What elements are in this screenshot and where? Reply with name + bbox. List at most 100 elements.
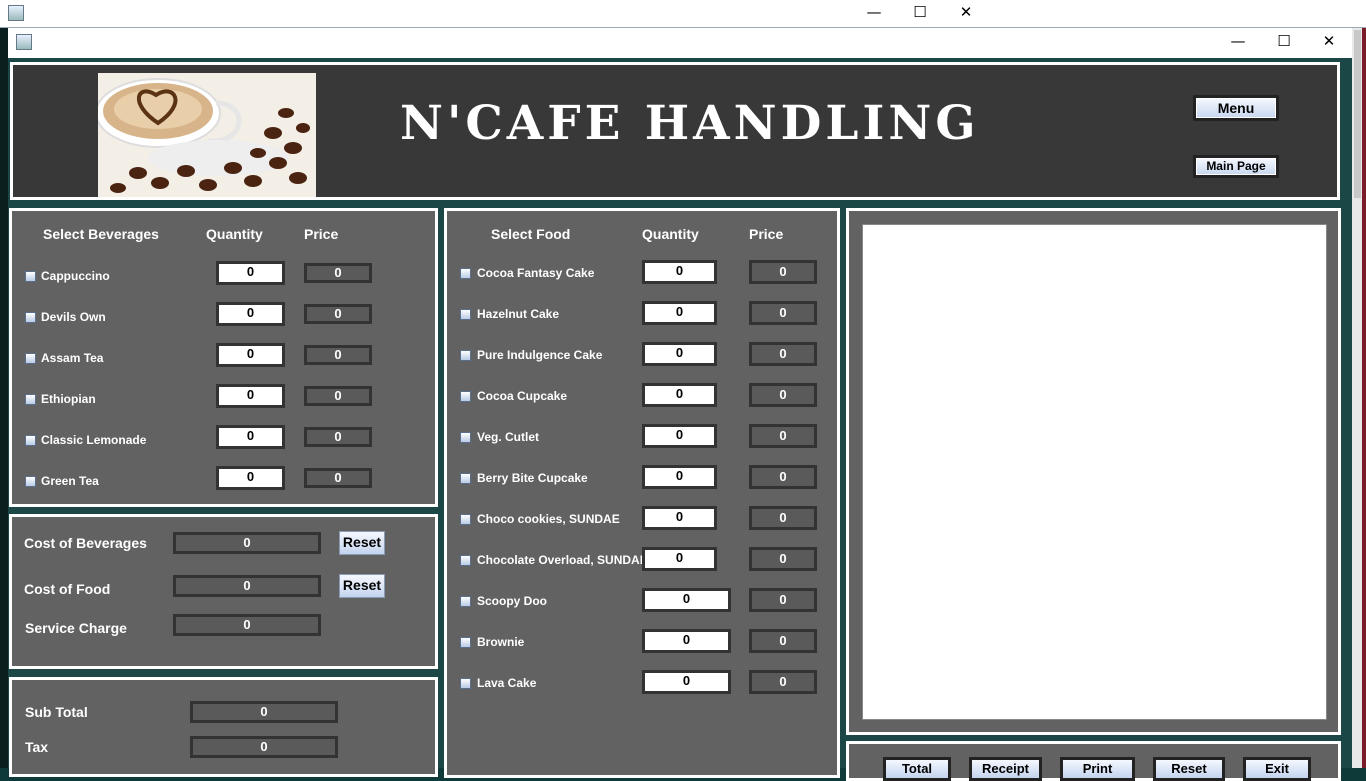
cost-of-beverages-field[interactable]: 0	[173, 532, 321, 554]
beverage-quantity-field[interactable]: 0	[216, 384, 285, 408]
food-name: Lava Cake	[477, 676, 537, 690]
beverages-column-header: Select Beverages	[43, 226, 159, 242]
beverage-quantity-field[interactable]: 0	[216, 261, 285, 285]
beverage-price-field[interactable]: 0	[304, 427, 372, 447]
java-app-icon	[16, 34, 32, 50]
cost-of-food-field[interactable]: 0	[173, 575, 321, 597]
food-checkbox[interactable]	[460, 637, 471, 648]
subtotal-field[interactable]: 0	[190, 701, 338, 723]
beverage-price-field[interactable]: 0	[304, 263, 372, 283]
exit-button[interactable]: Exit	[1243, 757, 1311, 781]
food-name: Cocoa Fantasy Cake	[477, 266, 595, 280]
beverage-name: Green Tea	[41, 474, 99, 488]
main-page-button[interactable]: Main Page	[1193, 155, 1279, 178]
food-checkbox[interactable]	[460, 473, 471, 484]
food-column-header: Select Food	[491, 226, 571, 242]
food-checkbox[interactable]	[460, 350, 471, 361]
menu-button[interactable]: Menu	[1193, 95, 1279, 121]
food-price-field[interactable]: 0	[749, 424, 817, 448]
maximize-button[interactable]: ☐	[1274, 31, 1294, 51]
food-name: Scoopy Doo	[477, 594, 548, 608]
food-price-field[interactable]: 0	[749, 260, 817, 284]
food-quantity-field[interactable]: 0	[642, 506, 717, 530]
total-button[interactable]: Total	[883, 757, 951, 781]
food-name: Choco cookies, SUNDAE	[477, 512, 620, 526]
food-quantity-field[interactable]: 0	[642, 383, 717, 407]
food-price-field[interactable]: 0	[749, 670, 817, 694]
receipt-text-area[interactable]	[862, 224, 1327, 720]
beverage-quantity-field[interactable]: 0	[216, 302, 285, 326]
food-price-field[interactable]: 0	[749, 465, 817, 489]
food-checkbox[interactable]	[460, 555, 471, 566]
food-price-field[interactable]: 0	[749, 383, 817, 407]
food-price-field[interactable]: 0	[749, 547, 817, 571]
food-checkbox[interactable]	[460, 268, 471, 279]
scrollbar-thumb[interactable]	[1354, 30, 1361, 198]
food-checkbox[interactable]	[460, 432, 471, 443]
close-button[interactable]: ✕	[1319, 31, 1339, 51]
food-price-header: Price	[749, 226, 784, 242]
beverage-quantity-field[interactable]: 0	[216, 425, 285, 449]
food-quantity-field[interactable]: 0	[642, 260, 717, 284]
food-price-field[interactable]: 0	[749, 588, 817, 612]
outer-minimize-button[interactable]: —	[864, 2, 884, 22]
service-charge-field[interactable]: 0	[173, 614, 321, 636]
food-checkbox[interactable]	[460, 514, 471, 525]
inner-title-bar: — ☐ ✕	[8, 28, 1352, 58]
food-name: Berry Bite Cupcake	[477, 471, 588, 485]
beverage-checkbox[interactable]	[25, 476, 36, 487]
beverage-price-field[interactable]: 0	[304, 386, 372, 406]
food-quantity-header: Quantity	[642, 226, 699, 242]
food-name: Brownie	[477, 635, 525, 649]
beverage-checkbox[interactable]	[25, 312, 36, 323]
food-name: Cocoa Cupcake	[477, 389, 568, 403]
food-quantity-field[interactable]: 0	[642, 465, 717, 489]
beverage-checkbox[interactable]	[25, 353, 36, 364]
beverage-checkbox[interactable]	[25, 394, 36, 405]
food-quantity-field[interactable]: 0	[642, 629, 731, 653]
app-title: N'Cafe Handling	[400, 96, 980, 151]
tax-label: Tax	[25, 739, 49, 755]
service-charge-label: Service Charge	[25, 620, 127, 636]
food-quantity-field[interactable]: 0	[642, 301, 717, 325]
minimize-button[interactable]: —	[1228, 31, 1248, 51]
outer-close-button[interactable]: ✕	[956, 2, 976, 22]
beverage-price-field[interactable]: 0	[304, 468, 372, 488]
food-checkbox[interactable]	[460, 391, 471, 402]
reset-food-button[interactable]: Reset	[339, 574, 385, 598]
beverage-name: Assam Tea	[41, 351, 104, 365]
food-quantity-field[interactable]: 0	[642, 588, 731, 612]
food-name: Pure Indulgence Cake	[477, 348, 603, 362]
food-price-field[interactable]: 0	[749, 506, 817, 530]
food-quantity-field[interactable]: 0	[642, 547, 717, 571]
totals-panel	[9, 677, 438, 777]
food-checkbox[interactable]	[460, 309, 471, 320]
food-price-field[interactable]: 0	[749, 629, 817, 653]
food-quantity-field[interactable]: 0	[642, 670, 731, 694]
food-checkbox[interactable]	[460, 596, 471, 607]
food-quantity-field[interactable]: 0	[642, 342, 717, 366]
beverage-price-field[interactable]: 0	[304, 304, 372, 324]
beverage-price-field[interactable]: 0	[304, 345, 372, 365]
print-button[interactable]: Print	[1060, 757, 1135, 781]
beverage-checkbox[interactable]	[25, 435, 36, 446]
food-quantity-field[interactable]: 0	[642, 424, 717, 448]
food-price-field[interactable]: 0	[749, 342, 817, 366]
beverage-checkbox[interactable]	[25, 271, 36, 282]
beverages-quantity-header: Quantity	[206, 226, 263, 242]
beverages-price-header: Price	[304, 226, 339, 242]
background-strip	[0, 28, 8, 768]
tax-field[interactable]: 0	[190, 736, 338, 758]
reset-button[interactable]: Reset	[1153, 757, 1225, 781]
beverage-quantity-field[interactable]: 0	[216, 343, 285, 367]
food-checkbox[interactable]	[460, 678, 471, 689]
java-app-icon	[8, 5, 24, 21]
food-name: Hazelnut Cake	[477, 307, 560, 321]
subtotal-label: Sub Total	[25, 704, 88, 720]
food-price-field[interactable]: 0	[749, 301, 817, 325]
beverage-name: Cappuccino	[41, 269, 110, 283]
receipt-button[interactable]: Receipt	[969, 757, 1042, 781]
beverage-quantity-field[interactable]: 0	[216, 466, 285, 490]
outer-maximize-button[interactable]: ☐	[910, 2, 930, 22]
reset-beverages-button[interactable]: Reset	[339, 531, 385, 555]
